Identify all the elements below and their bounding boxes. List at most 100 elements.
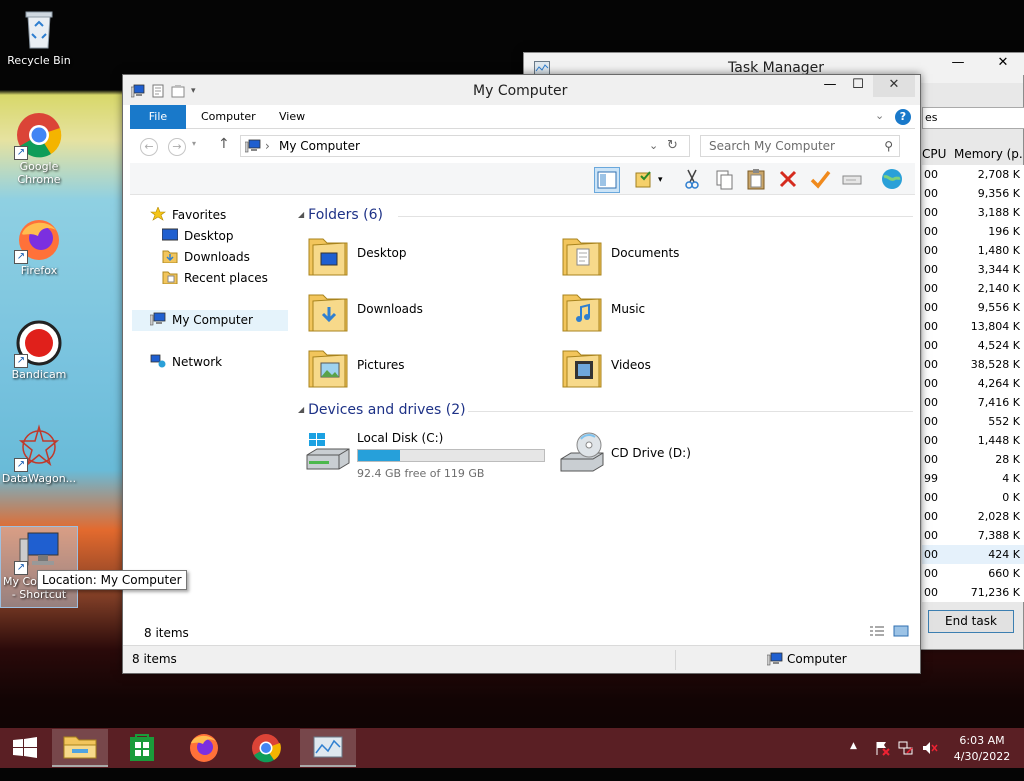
column-cpu[interactable]: CPU <box>922 147 946 161</box>
forward-button[interactable]: → <box>168 138 186 156</box>
folder-item-pictures[interactable]: Pictures <box>305 343 525 391</box>
process-row[interactable]: 00 2,028 K <box>922 507 1024 526</box>
address-dropdown-icon[interactable]: ⌄ <box>649 136 658 156</box>
delete-icon[interactable] <box>776 167 802 193</box>
desktop-icon-my-computer-shortcut[interactable]: ↗ My Co - Shortcut <box>0 526 78 608</box>
process-list[interactable]: 00 2,708 K 00 9,356 K 00 3,188 K 00 196 K 00 1,48… <box>922 165 1024 602</box>
minimize-button[interactable]: — <box>936 53 980 75</box>
tab-view[interactable]: View <box>266 105 318 129</box>
folder-item-downloads[interactable]: Downloads <box>305 287 525 335</box>
process-row[interactable]: 00 424 K <box>922 545 1024 564</box>
large-icons-view-icon[interactable] <box>893 625 909 637</box>
process-row[interactable]: 00 1,480 K <box>922 241 1024 260</box>
search-icon[interactable]: ⚲ <box>884 136 893 156</box>
group-drives[interactable]: ◢ Devices and drives (2) <box>298 402 913 418</box>
help-icon[interactable]: ? <box>895 109 911 125</box>
search-input[interactable]: Search My Computer ⚲ <box>700 135 900 157</box>
process-row[interactable]: 00 2,140 K <box>922 279 1024 298</box>
folder-item-videos[interactable]: Videos <box>559 343 779 391</box>
process-row[interactable]: 00 4,264 K <box>922 374 1024 393</box>
desktop-icon-bandicam[interactable]: ↗ Bandicam <box>0 320 78 381</box>
expand-ribbon-icon[interactable]: ⌄ <box>875 109 884 122</box>
breadcrumb-item[interactable]: My Computer <box>279 136 360 156</box>
desktop-icon-recycle-bin[interactable]: Recycle Bin <box>0 6 78 67</box>
nav-favorites[interactable]: Favorites <box>150 205 226 226</box>
drive-local-disk-c[interactable]: Local Disk (C:) 92.4 GB free of 119 GB <box>305 427 555 480</box>
process-row[interactable]: 00 2,708 K <box>922 165 1024 184</box>
taskbar-firefox[interactable] <box>176 729 232 767</box>
process-row[interactable]: 00 7,416 K <box>922 393 1024 412</box>
refresh-icon[interactable]: ↻ <box>667 136 678 156</box>
process-row[interactable]: 00 3,188 K <box>922 203 1024 222</box>
desktop-icon-firefox[interactable]: ↗ Firefox <box>0 216 78 277</box>
customize-qa-icon[interactable]: ▾ <box>191 84 205 98</box>
back-button[interactable]: ← <box>140 138 158 156</box>
taskbar-store[interactable] <box>114 729 170 767</box>
close-button[interactable]: ✕ <box>980 53 1024 75</box>
desktop-icon-datawagon[interactable]: ↗ DataWagon... <box>0 424 78 485</box>
map-drive-icon[interactable] <box>840 167 866 193</box>
taskbar-file-explorer[interactable] <box>52 729 108 767</box>
rename-check-icon[interactable] <box>808 167 834 193</box>
process-row[interactable]: 00 28 K <box>922 450 1024 469</box>
explorer-window[interactable]: ▾ My Computer — ☐ ✕ File Computer View ⌄… <box>122 74 921 674</box>
collapse-icon[interactable]: ◢ <box>298 405 304 414</box>
end-task-button[interactable]: End task <box>928 610 1014 633</box>
process-row[interactable]: 00 7,388 K <box>922 526 1024 545</box>
process-row[interactable]: 00 196 K <box>922 222 1024 241</box>
desktop-icon-chrome[interactable]: ↗ Google Chrome <box>0 112 78 186</box>
action-center-icon[interactable] <box>874 740 890 780</box>
process-row[interactable]: 00 71,236 K <box>922 583 1024 602</box>
details-view-icon[interactable] <box>869 625 885 637</box>
nav-network[interactable]: Network <box>150 352 222 373</box>
tab-computer[interactable]: Computer <box>188 105 269 129</box>
column-memory[interactable]: Memory (p. <box>954 147 1023 161</box>
collapse-icon[interactable]: ◢ <box>298 210 304 219</box>
process-row[interactable]: 00 13,804 K <box>922 317 1024 336</box>
process-row[interactable]: 00 0 K <box>922 488 1024 507</box>
maximize-button[interactable]: ☐ <box>843 75 873 97</box>
folder-item-music[interactable]: Music <box>559 287 779 335</box>
address-bar[interactable]: › My Computer ⌄ ↻ <box>240 135 690 157</box>
tab-file[interactable]: File <box>130 105 186 129</box>
nav-downloads[interactable]: Downloads <box>162 247 250 268</box>
process-row[interactable]: 00 9,356 K <box>922 184 1024 203</box>
close-button[interactable]: ✕ <box>873 75 915 97</box>
breadcrumb-separator[interactable]: › <box>265 136 270 156</box>
globe-icon[interactable] <box>880 167 906 193</box>
process-row[interactable]: 00 552 K <box>922 412 1024 431</box>
minimize-button[interactable]: — <box>815 75 845 97</box>
preview-pane-button[interactable] <box>594 167 620 193</box>
properties-button[interactable] <box>632 167 658 193</box>
taskbar-chrome[interactable] <box>238 729 294 767</box>
drive-cd-d[interactable]: CD Drive (D:) <box>559 427 779 475</box>
folder-item-documents[interactable]: Documents <box>559 231 779 279</box>
explorer-titlebar[interactable]: ▾ My Computer — ☐ ✕ <box>123 75 920 105</box>
nav-recent-places[interactable]: Recent places <box>162 268 268 289</box>
volume-muted-icon[interactable] <box>922 740 938 780</box>
process-row[interactable]: 00 1,448 K <box>922 431 1024 450</box>
copy-icon[interactable] <box>712 167 738 193</box>
show-hidden-icons-button[interactable]: ▲ <box>850 741 857 781</box>
network-tray-icon[interactable] <box>898 740 914 780</box>
properties-dropdown-icon[interactable]: ▾ <box>658 167 670 193</box>
process-row[interactable]: 00 3,344 K <box>922 260 1024 279</box>
tab-services-partial[interactable]: es <box>922 107 1024 129</box>
clock[interactable]: 6:03 AM 4/30/2022 <box>952 733 1012 773</box>
start-button[interactable] <box>0 729 50 767</box>
up-button[interactable]: ↑ <box>218 136 230 152</box>
process-row[interactable]: 00 38,528 K <box>922 355 1024 374</box>
process-row[interactable]: 00 660 K <box>922 564 1024 583</box>
group-folders[interactable]: ◢ Folders (6) <box>298 207 913 223</box>
nav-my-computer[interactable]: My Computer <box>132 310 288 331</box>
folder-item-desktop[interactable]: Desktop <box>305 231 525 279</box>
nav-desktop[interactable]: Desktop <box>161 226 234 247</box>
new-folder-icon[interactable] <box>171 84 185 98</box>
process-row[interactable]: 00 9,556 K <box>922 298 1024 317</box>
process-row[interactable]: 99 4 K <box>922 469 1024 488</box>
properties-icon[interactable] <box>151 84 165 98</box>
content-pane[interactable]: ◢ Folders (6) Desktop Documents Downloads Mu… <box>293 199 913 619</box>
process-row[interactable]: 00 4,524 K <box>922 336 1024 355</box>
paste-icon[interactable] <box>744 167 770 193</box>
recent-locations-icon[interactable]: ▾ <box>192 139 196 148</box>
